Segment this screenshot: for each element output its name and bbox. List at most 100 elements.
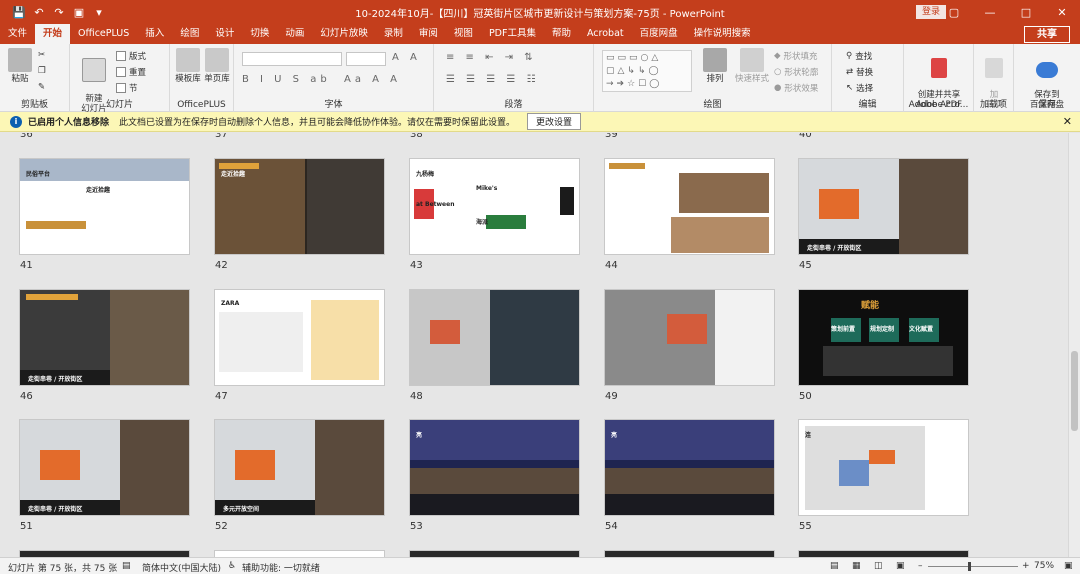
slide-text: 走近拾趣 xyxy=(86,187,111,194)
tab-2[interactable]: OfficePLUS xyxy=(70,24,137,44)
normal-view-icon[interactable]: ▤ xyxy=(830,561,839,571)
slide-text: 走近拾趣 xyxy=(221,171,246,178)
paste-button[interactable]: 粘贴 xyxy=(6,48,34,84)
slide-thumbnail[interactable]: 走街串巷 / 开放街区 xyxy=(20,420,189,515)
tab-13[interactable]: 帮助 xyxy=(544,24,579,44)
slide-text: 走街串巷 / 开放街区 xyxy=(807,245,862,252)
sorter-view-icon[interactable]: ▦ xyxy=(852,561,861,571)
slide-thumbnail[interactable]: 亮 xyxy=(410,420,579,515)
minimize-icon[interactable]: — xyxy=(972,0,1008,24)
tab-12[interactable]: PDF工具集 xyxy=(481,24,544,44)
align-icons[interactable]: ☰ ☰ ☰ ☰ ☷ xyxy=(446,74,540,85)
tab-16[interactable]: 操作说明搜索 xyxy=(686,24,759,44)
cut-icon[interactable]: ✂ xyxy=(38,50,45,60)
tab-9[interactable]: 录制 xyxy=(376,24,411,44)
ribbon-display-icon[interactable]: ▢ xyxy=(936,0,972,24)
quick-styles-button[interactable]: 快速样式 xyxy=(734,48,770,84)
font-size-field[interactable] xyxy=(346,52,386,66)
zoom-slider[interactable] xyxy=(928,566,1018,567)
shape-outline-button[interactable]: ○ 形状轮廓 xyxy=(774,66,818,78)
fit-window-icon[interactable]: ▣ xyxy=(1064,561,1073,571)
shapes-gallery[interactable]: ▭▭▭○△ ▢△↳↳◯ →➔☆☐◯ xyxy=(602,50,692,92)
slide-thumbnail[interactable]: 多元开放空间 xyxy=(215,420,384,515)
save-icon[interactable]: 💾 xyxy=(10,3,28,21)
slide-number: 39 xyxy=(605,133,618,140)
slide-thumbnail[interactable]: 走街串巷 / 开放街区 xyxy=(20,290,189,385)
zoom-level[interactable]: 75% xyxy=(1034,561,1054,571)
slide-image-block xyxy=(410,468,579,494)
info-message: 此文档已设置为在保存时自动删除个人信息，并且可能会降低协作体验。请仅在需要时保留… xyxy=(119,118,516,128)
layout-button[interactable]: 版式 xyxy=(116,50,146,62)
tab-4[interactable]: 绘图 xyxy=(172,24,207,44)
tab-7[interactable]: 动画 xyxy=(277,24,312,44)
close-icon[interactable]: ✕ xyxy=(1044,0,1080,24)
arrange-button[interactable]: 排列 xyxy=(700,48,730,84)
more-icon[interactable]: ▾ xyxy=(90,3,108,21)
format-painter-icon[interactable]: ✎ xyxy=(38,82,45,92)
share-button[interactable]: 共享 xyxy=(1024,26,1070,43)
zoom-slider-knob[interactable] xyxy=(968,562,971,571)
tab-1[interactable]: 开始 xyxy=(35,24,71,44)
slide-thumbnail[interactable] xyxy=(410,290,579,385)
replace-button[interactable]: ⇄ 替换 xyxy=(846,66,873,78)
tab-11[interactable]: 视图 xyxy=(446,24,481,44)
tab-10[interactable]: 审阅 xyxy=(411,24,446,44)
undo-icon[interactable]: ↶ xyxy=(30,3,48,21)
section-button[interactable]: 节 xyxy=(116,82,138,94)
slideshow-icon[interactable]: ▣ xyxy=(896,561,905,571)
reading-view-icon[interactable]: ◫ xyxy=(874,561,883,571)
reset-button[interactable]: 重置 xyxy=(116,66,146,78)
slide-image-block xyxy=(899,159,968,254)
tab-14[interactable]: Acrobat xyxy=(579,24,632,44)
slide-number: 51 xyxy=(20,521,33,532)
slide-thumbnail[interactable]: 九杨梅 Mike's at Between 海派 xyxy=(410,159,579,254)
list-icons[interactable]: ≡ ≡ ⇤ ⇥ ⇅ xyxy=(446,52,537,63)
font-size-step-icons[interactable]: A A xyxy=(392,52,421,63)
slide-thumbnail[interactable]: 走街串巷 / 开放街区 xyxy=(799,159,968,254)
tab-6[interactable]: 切换 xyxy=(242,24,277,44)
copy-icon[interactable]: ❐ xyxy=(38,66,46,76)
font-name-field[interactable] xyxy=(242,52,342,66)
language-status[interactable]: 简体中文(中国大陆) xyxy=(142,561,221,574)
slide-thumbnail[interactable]: 连 xyxy=(799,420,968,515)
arrange-label: 排列 xyxy=(706,74,724,84)
select-button[interactable]: ↖ 选择 xyxy=(846,82,873,94)
zoom-out-icon[interactable]: – xyxy=(918,561,923,571)
redo-icon[interactable]: ↷ xyxy=(50,3,68,21)
adobe-label: Adobe Acro... xyxy=(908,100,969,110)
slide-thumbnail[interactable]: 赋能 策划前置 规划定制 文化赋置 xyxy=(799,290,968,385)
close-icon[interactable]: ✕ xyxy=(1063,115,1072,128)
save-group: 保存到 百度网盘 保存 xyxy=(1014,44,1080,112)
present-icon[interactable]: ▣ xyxy=(70,3,88,21)
slide-image-block xyxy=(839,460,869,486)
scrollbar-thumb[interactable] xyxy=(1071,351,1078,431)
font-color-icons[interactable]: Aa A A xyxy=(344,74,401,85)
cloud-icon xyxy=(1036,62,1058,78)
single-page-library-button[interactable]: 单页库 xyxy=(203,48,231,84)
slide-thumbnail[interactable]: 开始众筹 xyxy=(605,159,774,254)
template-library-button[interactable]: 模板库 xyxy=(174,48,202,84)
tab-3[interactable]: 插入 xyxy=(137,24,172,44)
tab-0[interactable]: 文件 xyxy=(0,24,35,44)
slide-thumbnail[interactable]: 走近拾趣 xyxy=(215,159,384,254)
tab-15[interactable]: 百度网盘 xyxy=(632,24,686,44)
change-settings-button[interactable]: 更改设置 xyxy=(527,113,582,130)
vertical-scrollbar[interactable] xyxy=(1068,133,1080,557)
slide-thumbnail[interactable]: 民俗平台 走近拾趣 xyxy=(20,159,189,254)
accessibility-status[interactable]: 辅助功能: 一切就绪 xyxy=(242,561,320,574)
zoom-in-icon[interactable]: + xyxy=(1022,561,1030,571)
shape-effects-button[interactable]: ● 形状效果 xyxy=(774,82,818,94)
slide-image-block xyxy=(120,420,189,515)
slide-thumbnail[interactable]: 亮 xyxy=(605,420,774,515)
maximize-icon[interactable]: □ xyxy=(1008,0,1044,24)
find-button[interactable]: ⚲ 查找 xyxy=(846,50,872,62)
slide-thumbnail[interactable]: ZARA xyxy=(215,290,384,385)
shape-fill-button[interactable]: ◆ 形状填充 xyxy=(774,50,818,62)
font-format-icons[interactable]: B I U S ab xyxy=(242,74,331,85)
slide-image-block xyxy=(671,217,769,253)
slide-thumbnail[interactable] xyxy=(605,290,774,385)
slide-text: 赋能 xyxy=(861,301,880,311)
info-icon: i xyxy=(10,115,22,128)
tab-5[interactable]: 设计 xyxy=(207,24,242,44)
tab-8[interactable]: 幻灯片放映 xyxy=(312,24,376,44)
